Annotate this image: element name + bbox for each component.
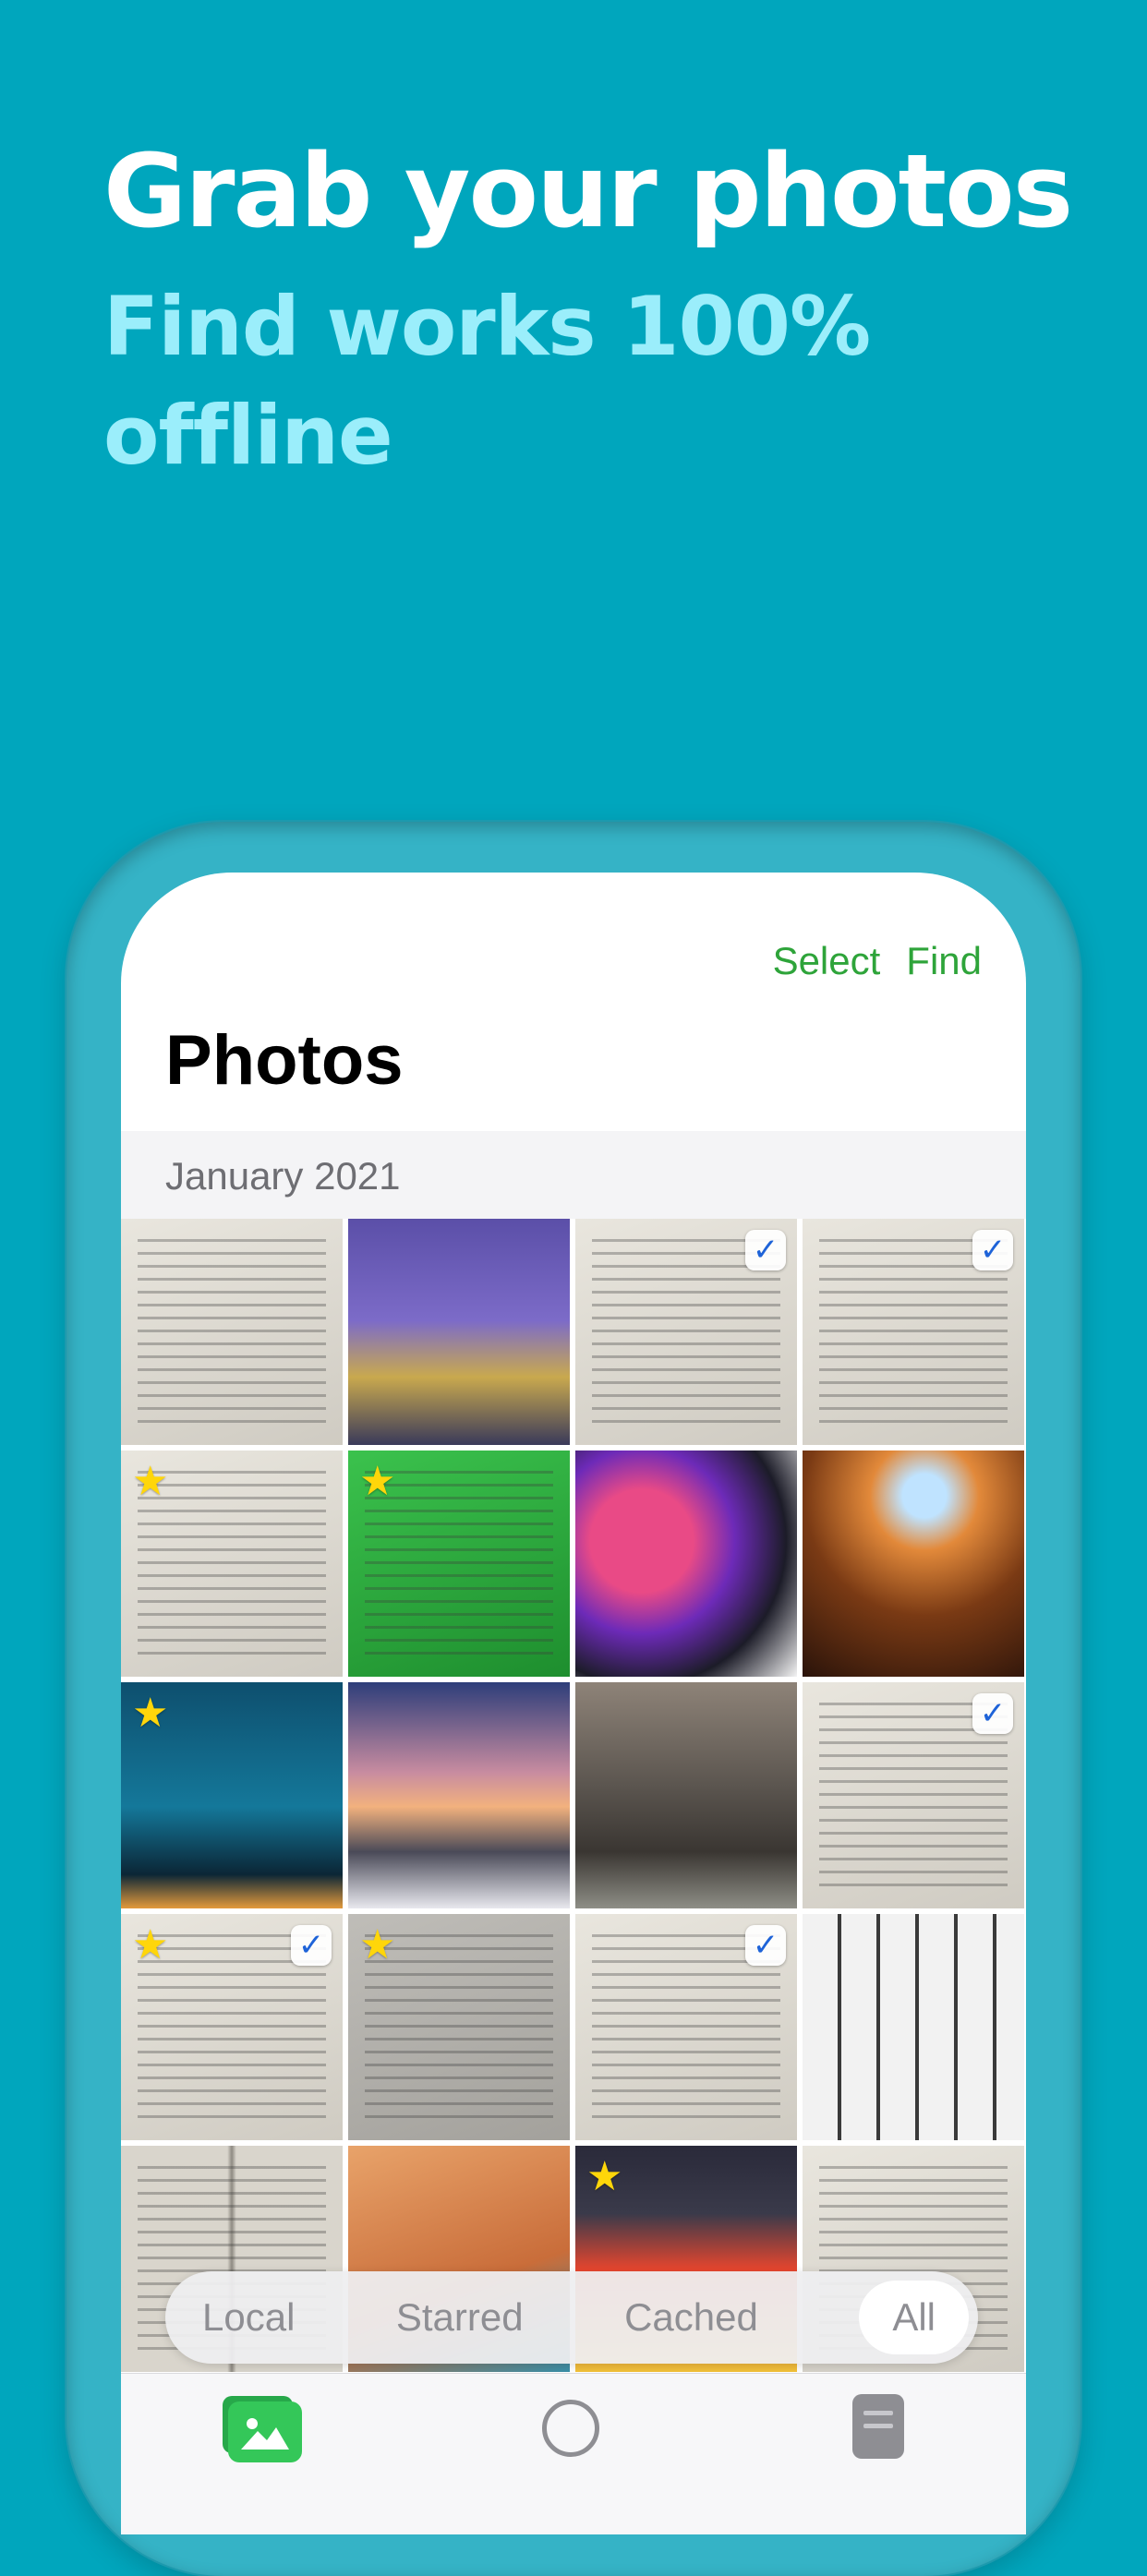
photo-thumbnail[interactable] [575, 1682, 797, 1908]
tab-bar [121, 2373, 1026, 2534]
select-button[interactable]: Select [773, 939, 881, 983]
star-icon: ★ [132, 1922, 169, 1968]
cached-check-icon: ✓ [745, 1925, 786, 1966]
star-icon: ★ [586, 2154, 623, 2199]
star-icon: ★ [132, 1459, 169, 1504]
camera-tab-icon[interactable] [542, 2400, 599, 2457]
star-icon: ★ [359, 1922, 396, 1968]
photo-thumbnail[interactable]: ★ [121, 1451, 343, 1677]
photo-grid: ✓ ✓ ★ ★ ★ ✓ ★ ✓ ★ ✓ ★ [121, 1219, 1026, 2372]
page-title: Photos [165, 1021, 404, 1100]
cached-check-icon: ✓ [972, 1230, 1013, 1270]
star-icon: ★ [132, 1691, 169, 1736]
photo-thumbnail[interactable] [575, 1451, 797, 1677]
photo-thumbnail[interactable]: ✓ [575, 1219, 797, 1445]
photo-thumbnail[interactable] [803, 1914, 1024, 2140]
filter-segmented-control: Local Starred Cached All [165, 2271, 978, 2364]
filter-local[interactable]: Local [202, 2295, 295, 2340]
find-button[interactable]: Find [906, 939, 982, 983]
photo-content [138, 1239, 326, 1425]
photo-thumbnail[interactable]: ✓ [575, 1914, 797, 2140]
photos-tab-icon[interactable] [228, 2401, 302, 2462]
phone-screen: Select Find Photos January 2021 ✓ ✓ ★ ★ ★ ✓ ★ ✓… [121, 873, 1026, 2534]
photo-thumbnail[interactable] [348, 1219, 570, 1445]
cached-check-icon: ✓ [972, 1693, 1013, 1734]
filter-all[interactable]: All [859, 2281, 969, 2354]
photo-thumbnail[interactable]: ✓ [803, 1682, 1024, 1908]
photo-thumbnail[interactable]: ★ ✓ [121, 1914, 343, 2140]
photo-thumbnail[interactable]: ★ [348, 1451, 570, 1677]
filter-starred[interactable]: Starred [396, 2295, 524, 2340]
photo-thumbnail[interactable]: ✓ [803, 1219, 1024, 1445]
star-icon: ★ [359, 1459, 396, 1504]
headline: Grab your photos [103, 132, 1073, 250]
cached-check-icon: ✓ [745, 1230, 786, 1270]
photo-thumbnail[interactable]: ★ [348, 1914, 570, 2140]
photo-thumbnail[interactable]: ★ [121, 1682, 343, 1908]
photo-thumbnail[interactable] [803, 1451, 1024, 1677]
cached-check-icon: ✓ [291, 1925, 332, 1966]
photo-thumbnail[interactable] [348, 1682, 570, 1908]
filter-cached[interactable]: Cached [624, 2295, 758, 2340]
lists-tab-icon[interactable] [852, 2394, 904, 2459]
subhead: Find works 100% offline [103, 279, 871, 483]
section-date-label: January 2021 [165, 1154, 401, 1198]
nav-actions: Select Find [773, 939, 982, 983]
section-header: January 2021 [121, 1131, 1026, 1219]
photo-thumbnail[interactable] [121, 1219, 343, 1445]
